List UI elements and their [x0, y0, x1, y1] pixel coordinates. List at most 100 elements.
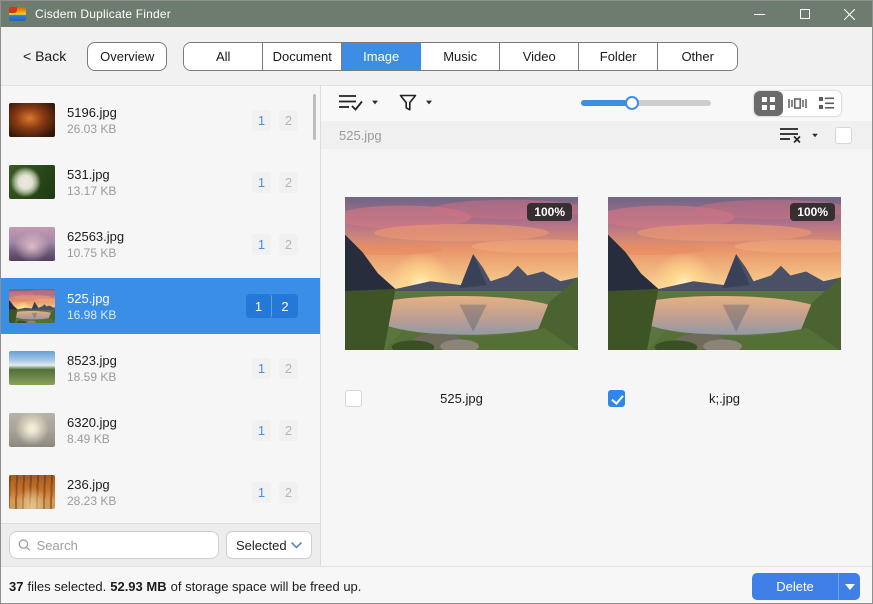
view-list-button[interactable] — [812, 91, 841, 116]
tab-other[interactable]: Other — [658, 43, 737, 70]
group-count-2[interactable]: 2 — [279, 234, 298, 255]
duplicate-preview-image[interactable]: 100% — [608, 197, 841, 350]
group-label: 525.jpg — [339, 128, 382, 143]
duplicate-card: 100% k;.jpg — [608, 197, 841, 408]
filter-icon[interactable] — [399, 94, 417, 112]
duplicate-checkbox[interactable] — [345, 390, 362, 407]
duplicate-preview-image[interactable]: 100% — [345, 197, 578, 350]
title-bar: Cisdem Duplicate Finder — [1, 1, 872, 27]
duplicates-content: 100% 525.jpg 100% k;.jpg — [321, 149, 872, 566]
file-size: 28.23 KB — [67, 493, 252, 509]
tab-video[interactable]: Video — [500, 43, 579, 70]
group-count-2[interactable]: 2 — [279, 420, 298, 441]
sidebar-scrollbar[interactable] — [313, 94, 316, 140]
selected-count: 37 — [9, 579, 23, 594]
category-tabs: All Document Image Music Video Folder Ot… — [183, 42, 738, 71]
grid-icon — [762, 97, 775, 110]
search-box[interactable] — [9, 531, 219, 559]
group-count-1[interactable]: 1 — [252, 234, 271, 255]
file-name: 525.jpg — [67, 290, 246, 307]
similarity-badge: 100% — [527, 203, 572, 221]
tab-all[interactable]: All — [184, 43, 263, 70]
selected-filter-dropdown[interactable]: Selected — [226, 531, 312, 559]
file-row[interactable]: 62563.jpg 10.75 KB 12 — [1, 216, 320, 272]
file-size: 16.98 KB — [67, 307, 246, 323]
search-input[interactable] — [37, 538, 210, 553]
file-name: 236.jpg — [67, 476, 252, 493]
group-count-2[interactable]: 2 — [279, 358, 298, 379]
group-count-1[interactable]: 1 — [252, 110, 271, 131]
group-count-1[interactable]: 1 — [246, 294, 272, 318]
group-count-2[interactable]: 2 — [279, 172, 298, 193]
file-size: 18.59 KB — [67, 369, 252, 385]
duplicate-filename: k;.jpg — [608, 390, 841, 408]
filter-dropdown-arrow[interactable] — [426, 101, 432, 105]
app-window: Cisdem Duplicate Finder < Back Overview … — [0, 0, 873, 604]
delete-dropdown-arrow[interactable] — [838, 573, 860, 600]
duplicates-toolbar — [321, 86, 872, 121]
file-size: 26.03 KB — [67, 121, 252, 137]
group-count-1[interactable]: 1 — [252, 482, 271, 503]
tab-music[interactable]: Music — [421, 43, 500, 70]
group-header: 525.jpg — [321, 121, 872, 149]
maximize-button[interactable] — [782, 1, 827, 27]
selected-filter-value: Selected — [236, 538, 287, 553]
tab-document[interactable]: Document — [263, 43, 342, 70]
file-row[interactable]: 531.jpg 13.17 KB 12 — [1, 154, 320, 210]
file-name: 6320.jpg — [67, 414, 252, 431]
list-icon — [819, 97, 834, 110]
close-button[interactable] — [827, 1, 872, 27]
view-carousel-button[interactable] — [783, 91, 812, 116]
view-grid-button[interactable] — [754, 91, 783, 116]
status-text-1: files selected. — [27, 579, 106, 594]
file-name: 62563.jpg — [67, 228, 252, 245]
file-row[interactable]: 6320.jpg 8.49 KB 12 — [1, 402, 320, 458]
file-row[interactable]: 5196.jpg 26.03 KB 12 — [1, 92, 320, 148]
file-size: 13.17 KB — [67, 183, 252, 199]
group-count-2[interactable]: 2 — [279, 482, 298, 503]
zoom-slider[interactable] — [581, 100, 711, 106]
duplicate-groups-sidebar: 5196.jpg 26.03 KB 12 531.jpg 13.17 KB 12… — [1, 86, 321, 566]
file-row-selected[interactable]: 525.jpg 16.98 KB 12 — [1, 278, 320, 334]
group-checkbox[interactable] — [835, 127, 852, 144]
header-bar: < Back Overview All Document Image Music… — [1, 27, 872, 86]
status-bar: 37 files selected. 52.93 MB of storage s… — [1, 566, 872, 604]
search-icon — [18, 538, 31, 552]
file-thumbnail — [9, 475, 55, 509]
file-thumbnail — [9, 165, 55, 199]
duplicate-checkbox-checked[interactable] — [608, 390, 625, 407]
file-size: 10.75 KB — [67, 245, 252, 261]
auto-select-icon[interactable] — [339, 93, 363, 112]
file-thumbnail — [9, 289, 55, 323]
group-count-1[interactable]: 1 — [252, 420, 271, 441]
back-button[interactable]: < Back — [23, 48, 66, 64]
chevron-down-icon — [291, 542, 302, 549]
file-thumbnail — [9, 227, 55, 261]
group-count-1[interactable]: 1 — [252, 358, 271, 379]
freed-space: 52.93 MB — [110, 579, 166, 594]
file-row[interactable]: 236.jpg 28.23 KB 12 — [1, 464, 320, 520]
tab-image[interactable]: Image — [342, 43, 421, 70]
file-name: 5196.jpg — [67, 104, 252, 121]
deselect-list-icon[interactable] — [780, 127, 804, 143]
group-count-1[interactable]: 1 — [252, 172, 271, 193]
zoom-slider-knob[interactable] — [625, 96, 639, 110]
deselect-dropdown-arrow[interactable] — [812, 133, 818, 137]
file-thumbnail — [9, 103, 55, 137]
file-row[interactable]: 8523.jpg 18.59 KB 12 — [1, 340, 320, 396]
similarity-badge: 100% — [790, 203, 835, 221]
auto-select-dropdown-arrow[interactable] — [372, 101, 378, 105]
sidebar-footer: Selected — [1, 523, 320, 566]
minimize-button[interactable] — [737, 1, 782, 27]
delete-button[interactable]: Delete — [752, 573, 860, 600]
group-count-2[interactable]: 2 — [279, 110, 298, 131]
carousel-icon — [788, 97, 807, 110]
group-count-2[interactable]: 2 — [272, 294, 298, 318]
file-list: 5196.jpg 26.03 KB 12 531.jpg 13.17 KB 12… — [1, 86, 320, 523]
tab-folder[interactable]: Folder — [579, 43, 658, 70]
file-size: 8.49 KB — [67, 431, 252, 447]
file-name: 8523.jpg — [67, 352, 252, 369]
file-name: 531.jpg — [67, 166, 252, 183]
overview-button[interactable]: Overview — [87, 42, 167, 71]
app-icon — [9, 7, 26, 21]
